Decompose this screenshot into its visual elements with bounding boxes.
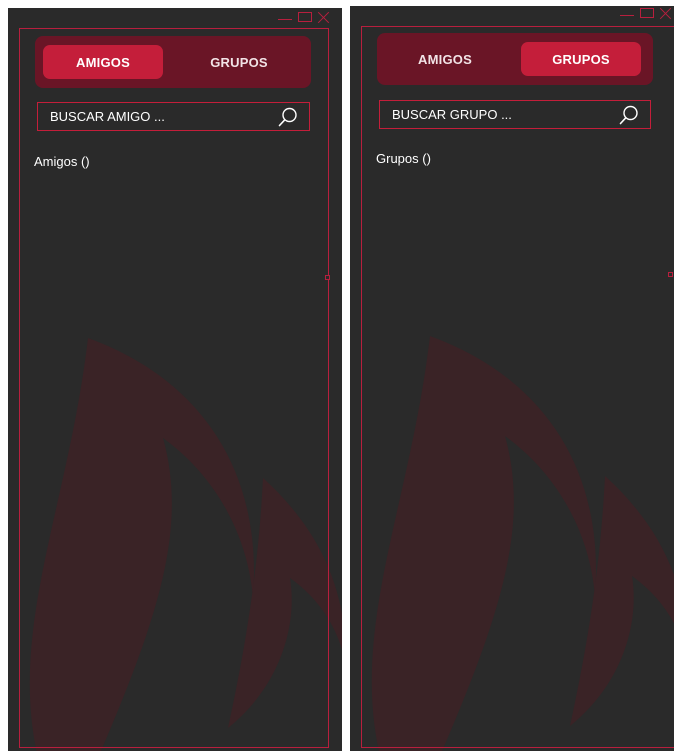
window-controls [278, 8, 330, 26]
window-controls [620, 6, 672, 22]
friends-panel: AMIGOS GRUPOS Amigos () [8, 8, 342, 751]
tab-amigos[interactable]: AMIGOS [385, 42, 505, 76]
list-title: Amigos () [34, 154, 90, 169]
tab-bar: AMIGOS GRUPOS [35, 36, 311, 88]
resize-handle[interactable] [668, 272, 673, 277]
search-input[interactable] [38, 103, 277, 130]
minimize-icon[interactable] [278, 18, 292, 20]
search-input[interactable] [380, 101, 618, 128]
search-icon[interactable] [277, 106, 299, 128]
search-box [379, 100, 651, 129]
tab-grupos[interactable]: GRUPOS [521, 42, 641, 76]
resize-handle[interactable] [325, 275, 330, 280]
maximize-icon[interactable] [640, 8, 654, 18]
maximize-icon[interactable] [298, 12, 312, 22]
groups-panel: AMIGOS GRUPOS Grupos () [350, 6, 674, 751]
tab-bar: AMIGOS GRUPOS [377, 33, 653, 85]
close-icon[interactable] [318, 11, 330, 23]
tab-amigos[interactable]: AMIGOS [43, 45, 163, 79]
close-icon[interactable] [660, 7, 672, 19]
content-frame [19, 28, 329, 748]
list-title: Grupos () [376, 151, 431, 166]
tab-grupos[interactable]: GRUPOS [179, 45, 299, 79]
search-box [37, 102, 310, 131]
search-icon[interactable] [618, 104, 640, 126]
content-frame [361, 26, 674, 748]
minimize-icon[interactable] [620, 14, 634, 16]
